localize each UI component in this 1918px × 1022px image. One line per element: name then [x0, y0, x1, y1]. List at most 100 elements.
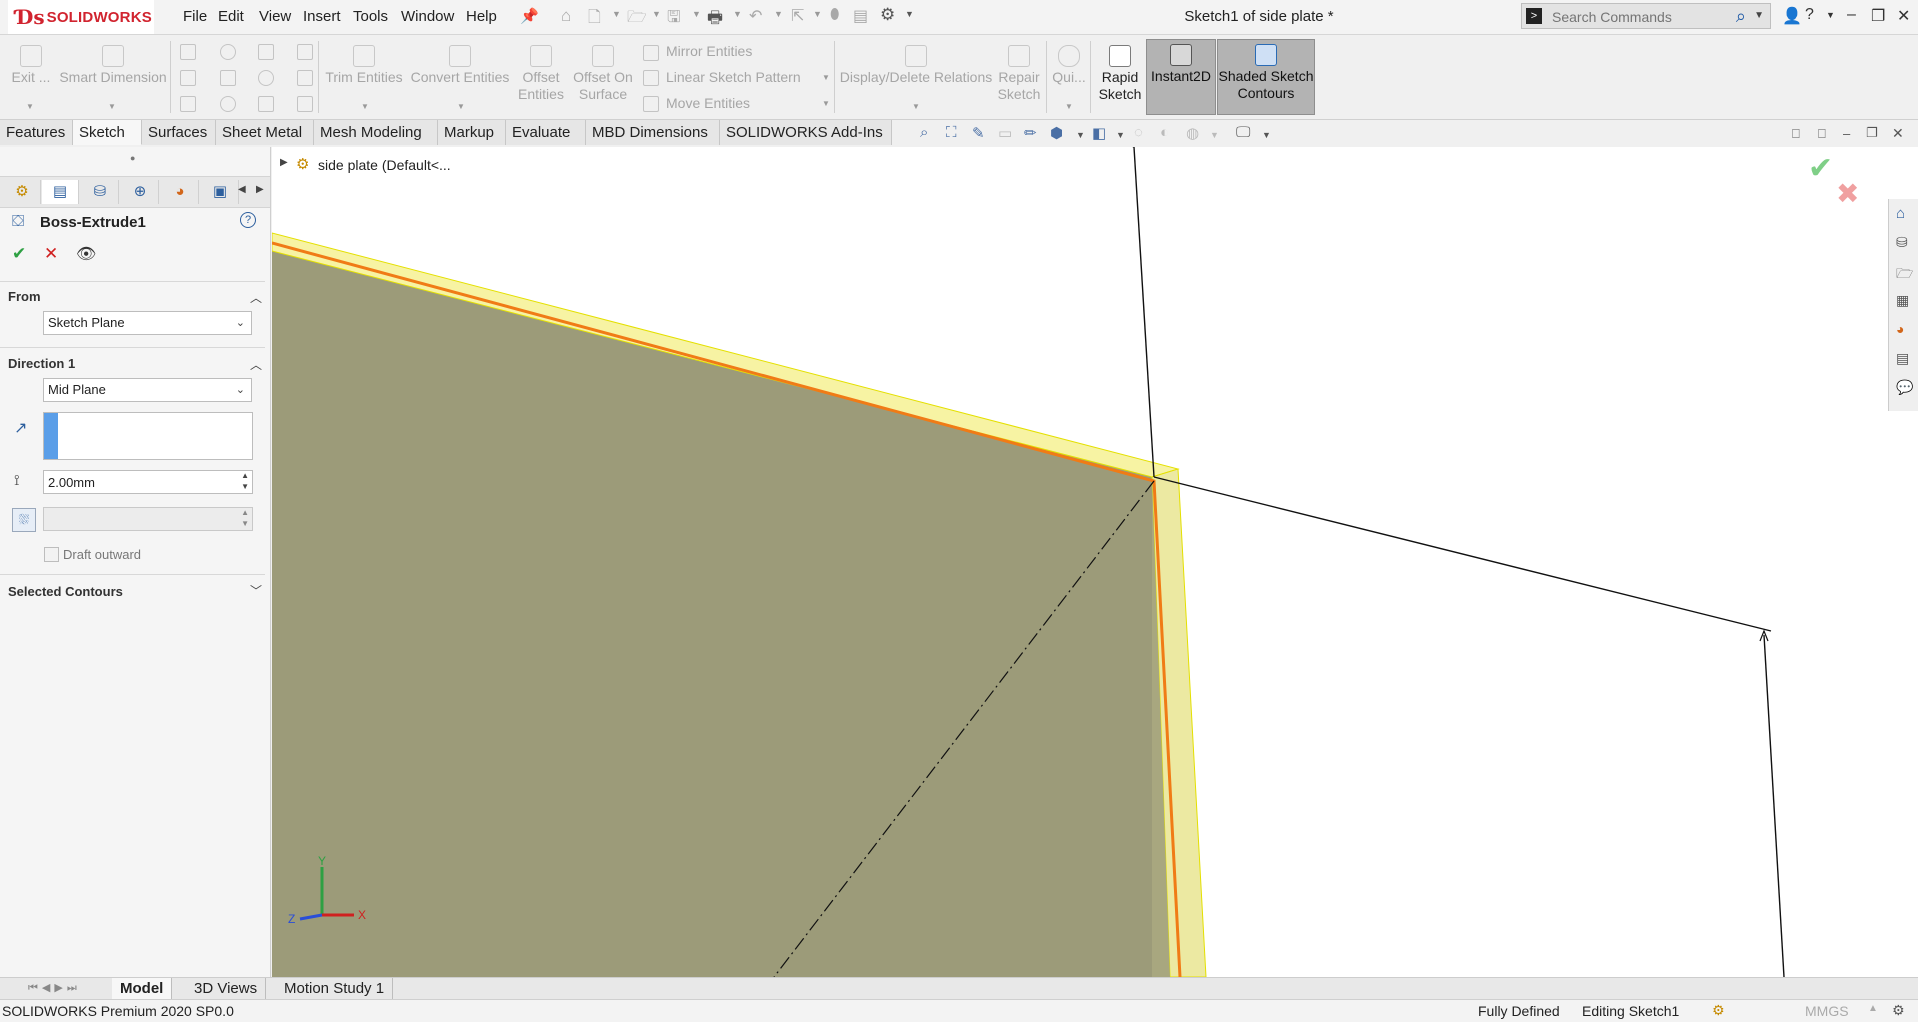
- chevron-down-icon[interactable]: ▼: [822, 73, 830, 82]
- forum-icon[interactable]: 💬: [1896, 379, 1913, 396]
- chevron-up-icon[interactable]: ▲: [1868, 1003, 1878, 1014]
- tab-mesh-modeling[interactable]: Mesh Modeling: [314, 120, 438, 145]
- convert-entities-button[interactable]: Convert Entities: [410, 41, 510, 86]
- part-tree-label[interactable]: side plate (Default<...: [318, 157, 451, 173]
- spline-icon[interactable]: [258, 44, 274, 60]
- search-commands-box[interactable]: > ⌕ ▼: [1521, 3, 1771, 29]
- from-section-header[interactable]: From: [8, 289, 41, 304]
- reverse-direction-icon[interactable]: ↗: [14, 418, 27, 438]
- tree-expand-icon[interactable]: ▶: [280, 157, 288, 168]
- depth-input[interactable]: 2.00mm ▲ ▼: [43, 470, 253, 494]
- dimxpert-tab-icon[interactable]: ⊕: [122, 180, 159, 204]
- rectangle-icon[interactable]: [180, 70, 196, 86]
- appearances-icon[interactable]: ◕: [1896, 321, 1904, 337]
- offset-entities-button[interactable]: Offset Entities: [515, 41, 567, 103]
- fillet-icon[interactable]: [258, 96, 274, 112]
- minimize-icon[interactable]: –: [1847, 6, 1856, 24]
- file-explorer-icon[interactable]: 🗁: [1896, 263, 1913, 287]
- zoom-to-fit-icon[interactable]: ⌕: [920, 124, 928, 141]
- smart-dimension-button[interactable]: Smart Dimension: [58, 41, 168, 86]
- sketch-line[interactable]: [1763, 634, 1785, 977]
- help-icon[interactable]: ?: [1805, 6, 1814, 24]
- slot-icon[interactable]: [180, 96, 196, 112]
- tab-features[interactable]: Features: [0, 120, 73, 145]
- sketch-line[interactable]: [1153, 476, 1772, 632]
- point-icon[interactable]: [220, 96, 236, 112]
- sketch-point-icon[interactable]: [297, 96, 313, 112]
- chevron-down-icon[interactable]: ▼: [1826, 10, 1835, 20]
- shaded-sketch-contours-button[interactable]: Shaded Sketch Contours: [1217, 39, 1315, 115]
- display-style-icon[interactable]: ◧: [1092, 124, 1106, 142]
- tab-motion-study-1[interactable]: Motion Study 1: [276, 978, 394, 1000]
- tab-scroll-arrows-icon[interactable]: ⏮◀▶⏭: [28, 981, 81, 995]
- accept-icon[interactable]: ✔: [12, 244, 26, 264]
- quick-snaps-button[interactable]: Qui...: [1050, 41, 1088, 86]
- draft-on-off-icon[interactable]: ⛆: [12, 508, 36, 532]
- chevron-down-icon[interactable]: ▼: [1262, 130, 1271, 140]
- model-viewport[interactable]: Y X Z: [272, 147, 1918, 977]
- instant2d-button[interactable]: Instant2D: [1146, 39, 1216, 115]
- chevron-down-icon[interactable]: ▼: [457, 102, 465, 111]
- draft-angle-input[interactable]: ▲ ▼: [43, 507, 253, 531]
- chevron-down-icon[interactable]: ▼: [822, 99, 830, 108]
- tab-solidworks-add-ins[interactable]: SOLIDWORKS Add-Ins: [720, 120, 892, 145]
- end-condition-select[interactable]: Mid Plane ⌄: [43, 378, 252, 402]
- confirm-accept-icon[interactable]: ✔: [1808, 151, 1833, 186]
- spinner-up-icon[interactable]: ▲: [241, 507, 249, 518]
- configuration-manager-tab-icon[interactable]: ⛁: [82, 180, 119, 204]
- section-view-icon[interactable]: ▭: [998, 124, 1012, 142]
- linear-sketch-pattern-button[interactable]: Linear Sketch Pattern: [666, 69, 801, 85]
- offset-on-surface-button[interactable]: Offset On Surface: [570, 41, 636, 103]
- chevron-down-icon[interactable]: ▼: [361, 102, 369, 111]
- from-select[interactable]: Sketch Plane ⌄: [43, 311, 252, 335]
- tab-evaluate[interactable]: Evaluate: [506, 120, 586, 145]
- home-icon[interactable]: ⌂: [1896, 205, 1905, 222]
- property-manager-tab-icon[interactable]: ▤: [42, 180, 79, 204]
- chevron-down-icon[interactable]: ▼: [1754, 10, 1764, 21]
- chevron-down-icon[interactable]: ▼: [108, 102, 116, 111]
- unit-system[interactable]: MMGS: [1805, 1003, 1849, 1019]
- chevron-down-icon[interactable]: ▼: [26, 102, 34, 111]
- repair-sketch-button[interactable]: Repair Sketch: [994, 41, 1044, 103]
- dynamic-annotation-icon[interactable]: ✏: [1024, 124, 1037, 142]
- selected-contours-header[interactable]: Selected Contours: [8, 584, 123, 599]
- design-library-icon[interactable]: ⛁: [1896, 234, 1908, 251]
- tab-markup[interactable]: Markup: [438, 120, 506, 145]
- tab-surfaces[interactable]: Surfaces: [142, 120, 216, 145]
- hide-show-items-icon[interactable]: ◌: [1134, 124, 1143, 141]
- direction-selection-box[interactable]: [43, 412, 253, 460]
- help-icon[interactable]: ?: [240, 212, 256, 228]
- tab-model[interactable]: Model: [112, 978, 173, 1000]
- trim-entities-button[interactable]: Trim Entities: [324, 41, 404, 86]
- plane-icon[interactable]: [297, 70, 313, 86]
- feature-manager-tab-icon[interactable]: ⚙: [4, 180, 41, 204]
- chevron-down-icon[interactable]: ▼: [1076, 130, 1085, 140]
- chevron-down-icon[interactable]: ▼: [1116, 130, 1125, 140]
- close-document-icon[interactable]: ✕: [1892, 125, 1904, 142]
- search-input[interactable]: [1550, 6, 1734, 28]
- preview-eye-icon[interactable]: 👁: [76, 244, 96, 264]
- tab-mbd-dimensions[interactable]: MBD Dimensions: [586, 120, 720, 145]
- restore-icon[interactable]: ❐: [1871, 6, 1885, 26]
- mirror-entities-button[interactable]: Mirror Entities: [666, 43, 752, 59]
- edit-appearance-icon[interactable]: ◐: [1160, 124, 1169, 141]
- text-icon[interactable]: [297, 44, 313, 60]
- tab-sheet-metal[interactable]: Sheet Metal: [216, 120, 314, 145]
- previous-view-icon[interactable]: ✎: [972, 124, 985, 142]
- circle-icon[interactable]: [220, 44, 236, 60]
- exit-sketch-button[interactable]: Exit ...: [8, 41, 54, 86]
- user-icon[interactable]: 👤: [1782, 6, 1802, 26]
- view-settings-icon[interactable]: 🖵: [1236, 124, 1250, 141]
- tile-right-icon[interactable]: ⎕: [1818, 126, 1826, 142]
- sketch-line[interactable]: [1133, 147, 1155, 478]
- chevron-right-icon[interactable]: ▶: [256, 184, 264, 195]
- draft-outward-checkbox[interactable]: [44, 547, 59, 562]
- move-entities-button[interactable]: Move Entities: [666, 95, 750, 111]
- rebuild-status-icon[interactable]: ⚙: [1712, 1002, 1725, 1019]
- tile-left-icon[interactable]: ⎕: [1792, 126, 1800, 142]
- minimize-document-icon[interactable]: –: [1843, 126, 1850, 141]
- rapid-sketch-button[interactable]: Rapid Sketch: [1096, 41, 1144, 103]
- view-palette-icon[interactable]: ▦: [1896, 292, 1909, 309]
- apply-scene-icon[interactable]: ◍: [1186, 124, 1199, 142]
- spinner-up-icon[interactable]: ▲: [241, 470, 249, 481]
